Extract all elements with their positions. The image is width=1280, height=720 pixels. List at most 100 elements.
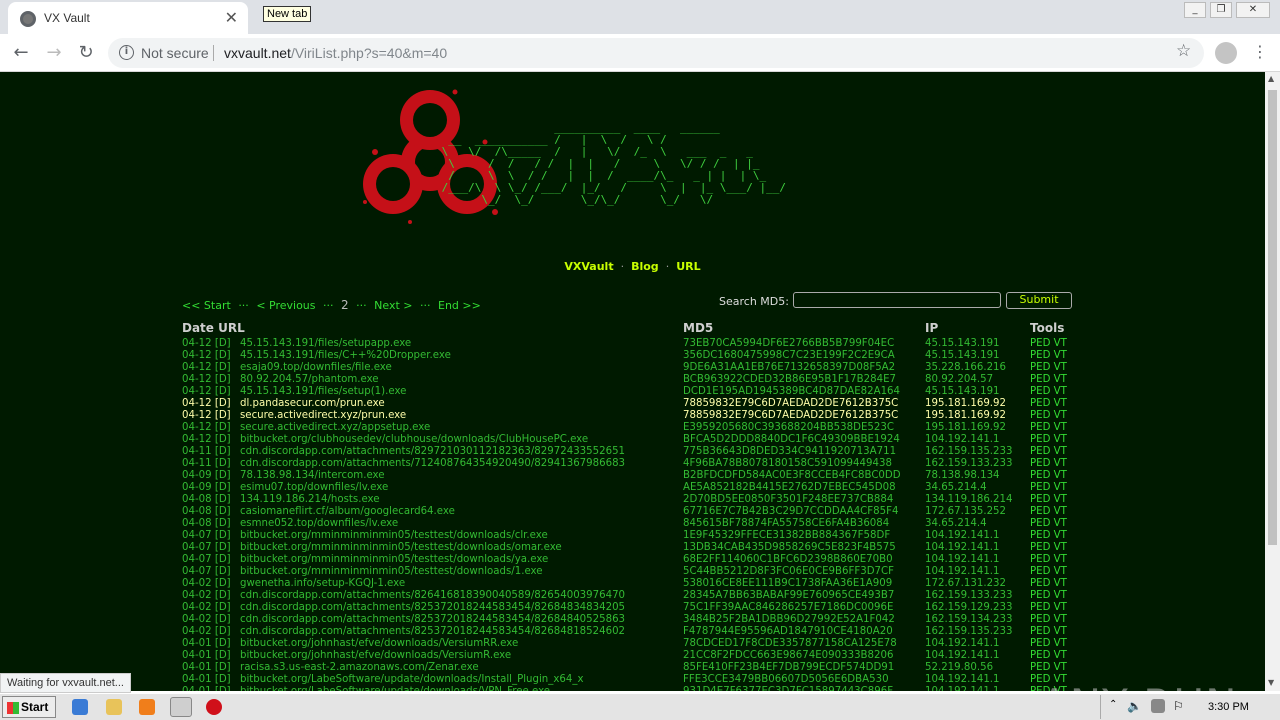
row-tools-links[interactable]: PED VT [1030,662,1070,674]
row-tools-links[interactable]: PED VT [1030,482,1070,494]
url-text[interactable]: vxvault.net/ViriList.php?s=40&m=40 [224,45,447,61]
row-tools-links[interactable]: PED VT [1030,650,1070,662]
submit-button[interactable]: Submit [1006,292,1072,309]
row-url-link[interactable]: secure.activedirect.xyz/appsetup.exe [240,422,680,434]
row-url-link[interactable]: bitbucket.org/mminminminmin05/testtest/d… [240,566,680,578]
explorer-folder-icon[interactable] [106,699,122,715]
scroll-down-icon[interactable]: ▼ [1268,678,1274,687]
tab-vx-vault[interactable]: VX Vault ✕ [8,2,248,34]
row-tools-links[interactable]: PED VT [1030,446,1070,458]
row-tools-links[interactable]: PED VT [1030,566,1070,578]
info-icon[interactable]: i [119,45,134,60]
row-url-link[interactable]: secure.activedirect.xyz/prun.exe [240,410,680,422]
row-tools-links[interactable]: PED VT [1030,362,1070,374]
row-url-link[interactable]: esmne052.top/downfiles/lv.exe [240,518,680,530]
row-tools-links[interactable]: PED VT [1030,590,1070,602]
pager-previous-link[interactable]: < Previous [256,299,315,312]
row-tools-links[interactable]: PED VT [1030,542,1070,554]
row-tools-links[interactable]: PED VT [1030,458,1070,470]
row-tools-links[interactable]: PED VT [1030,338,1070,350]
row-tools-links[interactable]: PED VT [1030,614,1070,626]
kebab-menu-icon[interactable]: ⋮ [1252,42,1268,61]
start-button[interactable]: Start [2,696,56,718]
row-url-link[interactable]: 45.15.143.191/files/setup(1).exe [240,386,680,398]
row-url-link[interactable]: cdn.discordapp.com/attachments/712408764… [240,458,680,470]
row-url-link[interactable]: 80.92.204.57/phantom.exe [240,374,680,386]
row-url-link[interactable]: bitbucket.org/LabeSoftware/update/downlo… [240,674,680,686]
row-tools-links[interactable]: PED VT [1030,470,1070,482]
forward-icon[interactable]: → [43,42,65,63]
row-tools-links[interactable]: PED VT [1030,554,1070,566]
row-url-link[interactable]: bitbucket.org/mminminminmin05/testtest/d… [240,530,680,542]
row-tools-links[interactable]: PED VT [1030,602,1070,614]
row-tools-links[interactable]: PED VT [1030,434,1070,446]
row-md5: 13DB34CAB435D9858269C5E823F4B575 [683,542,896,553]
row-url-link[interactable]: cdn.discordapp.com/attachments/829721030… [240,446,680,458]
row-url-link[interactable]: dl.pandasecur.com/prun.exe [240,398,680,410]
pager-end-link[interactable]: End >> [438,299,481,312]
row-tools-links[interactable]: PED VT [1030,350,1070,362]
internet-explorer-icon[interactable] [72,699,88,715]
security-alert-icon[interactable] [206,699,222,715]
pager-next-link[interactable]: Next > [374,299,412,312]
row-tools-links[interactable]: PED VT [1030,398,1070,410]
search-md5-input[interactable] [793,292,1001,308]
row-tools-links[interactable]: PED VT [1030,386,1070,398]
row-tools-links[interactable]: PED VT [1030,578,1070,590]
row-url-link[interactable]: bitbucket.org/johnhast/efve/downloads/Ve… [240,638,680,650]
row-url-link[interactable]: esimu07.top/downfiles/lv.exe [240,482,680,494]
reload-icon[interactable]: ↻ [75,42,97,63]
action-center-flag-icon[interactable]: ⚐ [1173,699,1189,715]
speaker-icon[interactable]: 🔈 [1127,699,1143,715]
row-url-link[interactable]: bitbucket.org/LabeSoftware/update/downlo… [240,686,680,691]
media-player-icon[interactable] [139,699,155,715]
row-url-link[interactable]: esaja09.top/downfiles/file.exe [240,362,680,374]
row-tools-links[interactable]: PED VT [1030,422,1070,434]
row-url-link[interactable]: bitbucket.org/mminminminmin05/testtest/d… [240,542,680,554]
row-ip: 35.228.166.216 [925,362,1007,373]
scroll-up-icon[interactable]: ▲ [1268,74,1274,83]
address-bar[interactable]: i Not secure vxvault.net/ViriList.php?s=… [108,38,1204,68]
row-tools-links[interactable]: PED VT [1030,638,1070,650]
profile-avatar[interactable] [1215,42,1237,64]
row-url-link[interactable]: bitbucket.org/clubhousedev/clubhouse/dow… [240,434,680,446]
menu-link-vxvault[interactable]: VXVault [564,260,613,273]
row-url-link[interactable]: bitbucket.org/johnhast/efve/downloads/Ve… [240,650,680,662]
network-icon[interactable] [1151,699,1165,713]
row-url-link[interactable]: 45.15.143.191/files/C++%20Dropper.exe [240,350,680,362]
row-url-link[interactable]: cdn.discordapp.com/attachments/826416818… [240,590,680,602]
row-tools-links[interactable]: PED VT [1030,626,1070,638]
close-tab-icon[interactable]: ✕ [225,8,238,27]
row-tools-links[interactable]: PED VT [1030,530,1070,542]
back-icon[interactable]: ← [10,42,32,63]
pager-start-link[interactable]: << Start [182,299,231,312]
row-tools-links[interactable]: PED VT [1030,410,1070,422]
restore-icon[interactable]: ❐ [1210,2,1232,18]
row-tools-links[interactable]: PED VT [1030,506,1070,518]
row-url-link[interactable]: cdn.discordapp.com/attachments/825372018… [240,626,680,638]
row-url-link[interactable]: cdn.discordapp.com/attachments/825372018… [240,602,680,614]
row-url-link[interactable]: 134.119.186.214/hosts.exe [240,494,680,506]
row-url-link[interactable]: cdn.discordapp.com/attachments/825372018… [240,614,680,626]
chrome-taskbar-icon[interactable] [170,697,192,717]
row-md5: 845615BF78874FA55758CE6FA4B36084 [683,518,890,529]
bookmark-star-icon[interactable]: ☆ [1176,41,1191,61]
row-url-link[interactable]: 78.138.98.134/intercom.exe [240,470,680,482]
row-url-link[interactable]: gwenetha.info/setup-KGQJ-1.exe [240,578,680,590]
row-url-link[interactable]: racisa.s3.us-east-2.amazonaws.com/Zenar.… [240,662,680,674]
menu-link-url[interactable]: URL [676,260,700,273]
window-close-icon[interactable]: ✕ [1236,2,1270,18]
row-tools-links[interactable]: PED VT [1030,494,1070,506]
row-tools-links[interactable]: PED VT [1030,518,1070,530]
column-header-date-url: Date URL [182,321,245,335]
row-url-link[interactable]: casiomaneflirt.cf/album/googlecard64.exe [240,506,680,518]
menu-link-blog[interactable]: Blog [631,260,659,273]
minimize-icon[interactable]: _ [1184,2,1206,18]
row-date: 04-02 [D] [182,590,231,601]
row-url-link[interactable]: 45.15.143.191/files/setupapp.exe [240,338,680,350]
page-scrollbar[interactable]: ▲ ▼ [1265,72,1280,691]
tray-expand-icon[interactable]: ⌃ [1109,699,1119,715]
row-url-link[interactable]: bitbucket.org/mminminminmin05/testtest/d… [240,554,680,566]
row-tools-links[interactable]: PED VT [1030,374,1070,386]
scrollbar-thumb[interactable] [1268,90,1277,545]
